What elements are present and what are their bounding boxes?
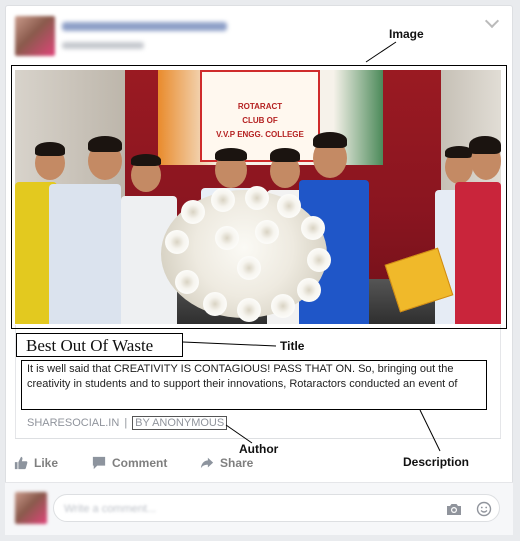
comment-input[interactable]: Write a comment... [53, 494, 500, 522]
share-arrow-icon [200, 457, 214, 469]
link-domain[interactable]: SHARESOCIAL.IN [27, 417, 119, 429]
viewer-avatar[interactable] [15, 492, 47, 524]
title-annotation-label: Title [280, 339, 305, 353]
comment-label: Comment [112, 456, 168, 470]
image-annotation-label: Image [389, 27, 424, 41]
author-name[interactable] [62, 22, 227, 31]
image-annotation-box [11, 65, 507, 329]
share-label: Share [220, 456, 254, 470]
smiley-icon[interactable] [476, 501, 492, 517]
post-timestamp[interactable] [62, 42, 144, 49]
author-avatar[interactable] [15, 16, 55, 56]
link-preview-border-bottom [15, 438, 501, 439]
speech-bubble-icon [92, 456, 106, 470]
description-annotation-box [21, 360, 487, 410]
meta-separator: | [124, 417, 128, 429]
like-button[interactable]: Like [14, 456, 58, 470]
comment-placeholder: Write a comment... [64, 503, 157, 515]
title-annotation-box [16, 333, 183, 357]
camera-icon[interactable] [446, 501, 462, 517]
like-label: Like [34, 456, 59, 470]
post-actions: Like Comment Share [0, 456, 508, 478]
link-author[interactable]: BY ANONYMOUS [132, 416, 228, 430]
link-meta: SHARESOCIAL.IN | BY ANONYMOUS [27, 416, 228, 430]
author-annotation-label: Author [239, 442, 279, 456]
share-button[interactable]: Share [200, 456, 253, 470]
thumbs-up-icon [14, 456, 28, 470]
comment-button[interactable]: Comment [92, 456, 167, 470]
link-preview-border-right [500, 325, 501, 439]
